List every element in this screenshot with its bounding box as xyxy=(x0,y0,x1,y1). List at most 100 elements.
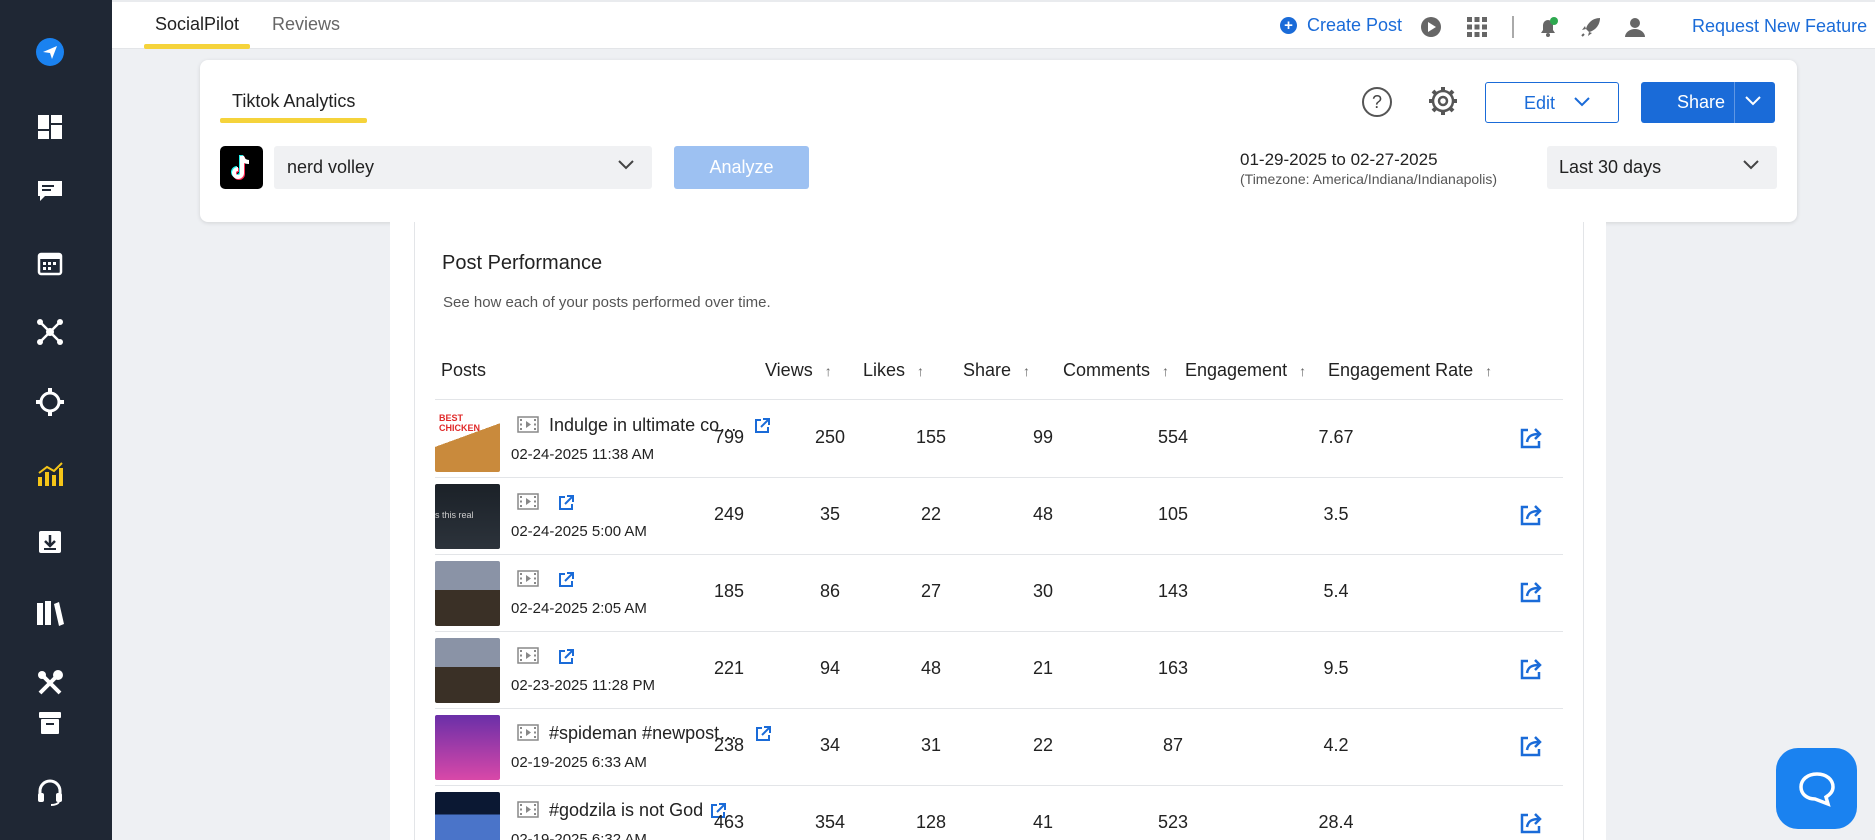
archive-icon[interactable] xyxy=(30,703,70,743)
analytics-icon[interactable] xyxy=(30,454,70,494)
cell-engagement: 554 xyxy=(1157,427,1189,447)
gear-icon[interactable] xyxy=(1427,85,1459,117)
cell-share: 48 xyxy=(920,658,942,678)
col-comments[interactable]: Comments ↑ xyxy=(1063,360,1169,381)
post-thumbnail[interactable] xyxy=(435,792,500,840)
cell-likes: 250 xyxy=(814,427,846,447)
cell-rate: 3.5 xyxy=(1323,504,1349,524)
play-icon[interactable] xyxy=(1420,16,1442,38)
target-icon[interactable] xyxy=(30,382,70,422)
tab-socialpilot[interactable]: SocialPilot xyxy=(155,14,239,35)
share-post-icon[interactable] xyxy=(1518,502,1544,528)
cell-views: 463 xyxy=(713,812,745,832)
cell-share: 22 xyxy=(920,504,942,524)
post-thumbnail[interactable] xyxy=(435,638,500,703)
send-icon[interactable] xyxy=(30,32,70,72)
tab-reviews[interactable]: Reviews xyxy=(272,14,340,35)
post-thumbnail[interactable]: BEST CHICKEN xyxy=(435,407,500,472)
analytics-header-card: Tiktok Analytics ? Edit Share nerd volle… xyxy=(200,60,1797,222)
help-icon[interactable]: ? xyxy=(1362,87,1392,117)
cell-comments: 41 xyxy=(1032,812,1054,832)
tools-icon[interactable] xyxy=(30,663,70,703)
share-post-icon[interactable] xyxy=(1518,579,1544,605)
cell-rate: 5.4 xyxy=(1323,581,1349,601)
plus-icon: + xyxy=(1280,17,1297,34)
cell-rate: 28.4 xyxy=(1318,812,1354,832)
section-title: Post Performance xyxy=(442,252,603,274)
share-post-icon[interactable] xyxy=(1518,810,1544,836)
edit-button[interactable]: Edit xyxy=(1485,82,1619,123)
sidebar xyxy=(0,0,112,840)
apps-grid-icon[interactable] xyxy=(1466,16,1488,38)
create-post-label: Create Post xyxy=(1307,15,1403,35)
col-share[interactable]: Share ↑ xyxy=(963,360,1030,381)
sort-arrow-icon: ↑ xyxy=(1485,363,1493,379)
col-engagement[interactable]: Engagement ↑ xyxy=(1185,360,1306,381)
calendar-icon[interactable] xyxy=(30,243,70,283)
external-link-icon[interactable] xyxy=(557,648,575,666)
analyze-button[interactable]: Analyze xyxy=(674,146,809,189)
video-icon xyxy=(517,570,539,587)
download-icon[interactable] xyxy=(30,522,70,562)
chat-icon[interactable] xyxy=(30,171,70,211)
share-post-icon[interactable] xyxy=(1518,425,1544,451)
create-post-button[interactable]: + Create Post xyxy=(1280,15,1402,36)
share-post-icon[interactable] xyxy=(1518,656,1544,682)
cell-comments: 22 xyxy=(1032,735,1054,755)
thumbnail-text: BEST CHICKEN xyxy=(439,413,481,433)
cell-views: 249 xyxy=(713,504,745,524)
period-select[interactable]: Last 30 days xyxy=(1547,146,1777,189)
sort-arrow-icon: ↑ xyxy=(1023,363,1031,379)
request-feature-link[interactable]: Request New Feature xyxy=(1692,16,1867,37)
cell-share: 31 xyxy=(920,735,942,755)
cell-views: 221 xyxy=(713,658,745,678)
date-range: 01-29-2025 to 02-27-2025 xyxy=(1240,150,1438,169)
cell-engagement: 523 xyxy=(1157,812,1189,832)
share-button[interactable]: Share xyxy=(1641,82,1775,123)
video-icon xyxy=(517,416,539,433)
user-icon[interactable] xyxy=(1624,16,1646,38)
sort-arrow-icon: ↑ xyxy=(1299,363,1307,379)
page-title[interactable]: Tiktok Analytics xyxy=(232,91,355,112)
timezone-label: (Timezone: America/Indiana/Indianapolis) xyxy=(1240,171,1498,187)
tiktok-logo-icon xyxy=(220,146,263,189)
post-date: 02-19-2025 6:33 AM xyxy=(511,754,647,771)
account-select[interactable]: nerd volley xyxy=(274,146,652,189)
cell-engagement: 105 xyxy=(1157,504,1189,524)
external-link-icon[interactable] xyxy=(557,494,575,512)
post-thumbnail[interactable] xyxy=(435,715,500,780)
col-likes[interactable]: Likes ↑ xyxy=(863,360,924,381)
col-views[interactable]: Views ↑ xyxy=(765,360,832,381)
headset-icon[interactable] xyxy=(30,772,70,812)
bell-icon[interactable] xyxy=(1537,16,1559,38)
cell-likes: 354 xyxy=(814,812,846,832)
col-posts: Posts xyxy=(441,360,487,380)
post-date: 02-23-2025 11:28 PM xyxy=(511,677,655,694)
cell-rate: 7.67 xyxy=(1318,427,1354,447)
cell-rate: 4.2 xyxy=(1323,735,1349,755)
post-date: 02-24-2025 11:38 AM xyxy=(511,446,655,463)
share-post-icon[interactable] xyxy=(1518,733,1544,759)
connections-icon[interactable] xyxy=(30,312,70,352)
thumbnail-text: s this real xyxy=(435,510,474,520)
section-subtitle: See how each of your posts performed ove… xyxy=(443,294,771,311)
external-link-icon[interactable] xyxy=(557,571,575,589)
cell-engagement: 163 xyxy=(1157,658,1189,678)
post-thumbnail[interactable] xyxy=(435,561,500,626)
rocket-icon[interactable] xyxy=(1580,16,1602,38)
cell-share: 27 xyxy=(920,581,942,601)
cell-comments: 48 xyxy=(1032,504,1054,524)
library-icon[interactable] xyxy=(30,593,70,633)
post-date: 02-24-2025 5:00 AM xyxy=(511,523,647,540)
cell-share: 128 xyxy=(915,812,947,832)
post-thumbnail[interactable]: s this real xyxy=(435,484,500,549)
cell-comments: 30 xyxy=(1032,581,1054,601)
post-caption: #godzila is not God xyxy=(549,800,704,820)
col-engagement-rate[interactable]: Engagement Rate ↑ xyxy=(1328,360,1492,381)
active-tab-indicator xyxy=(144,44,250,49)
cell-likes: 86 xyxy=(819,581,841,601)
dashboard-icon[interactable] xyxy=(30,107,70,147)
cell-engagement: 143 xyxy=(1157,581,1189,601)
chat-support-button[interactable] xyxy=(1776,748,1857,829)
top-bar: SocialPilot Reviews + Create Post Reques… xyxy=(112,0,1875,49)
